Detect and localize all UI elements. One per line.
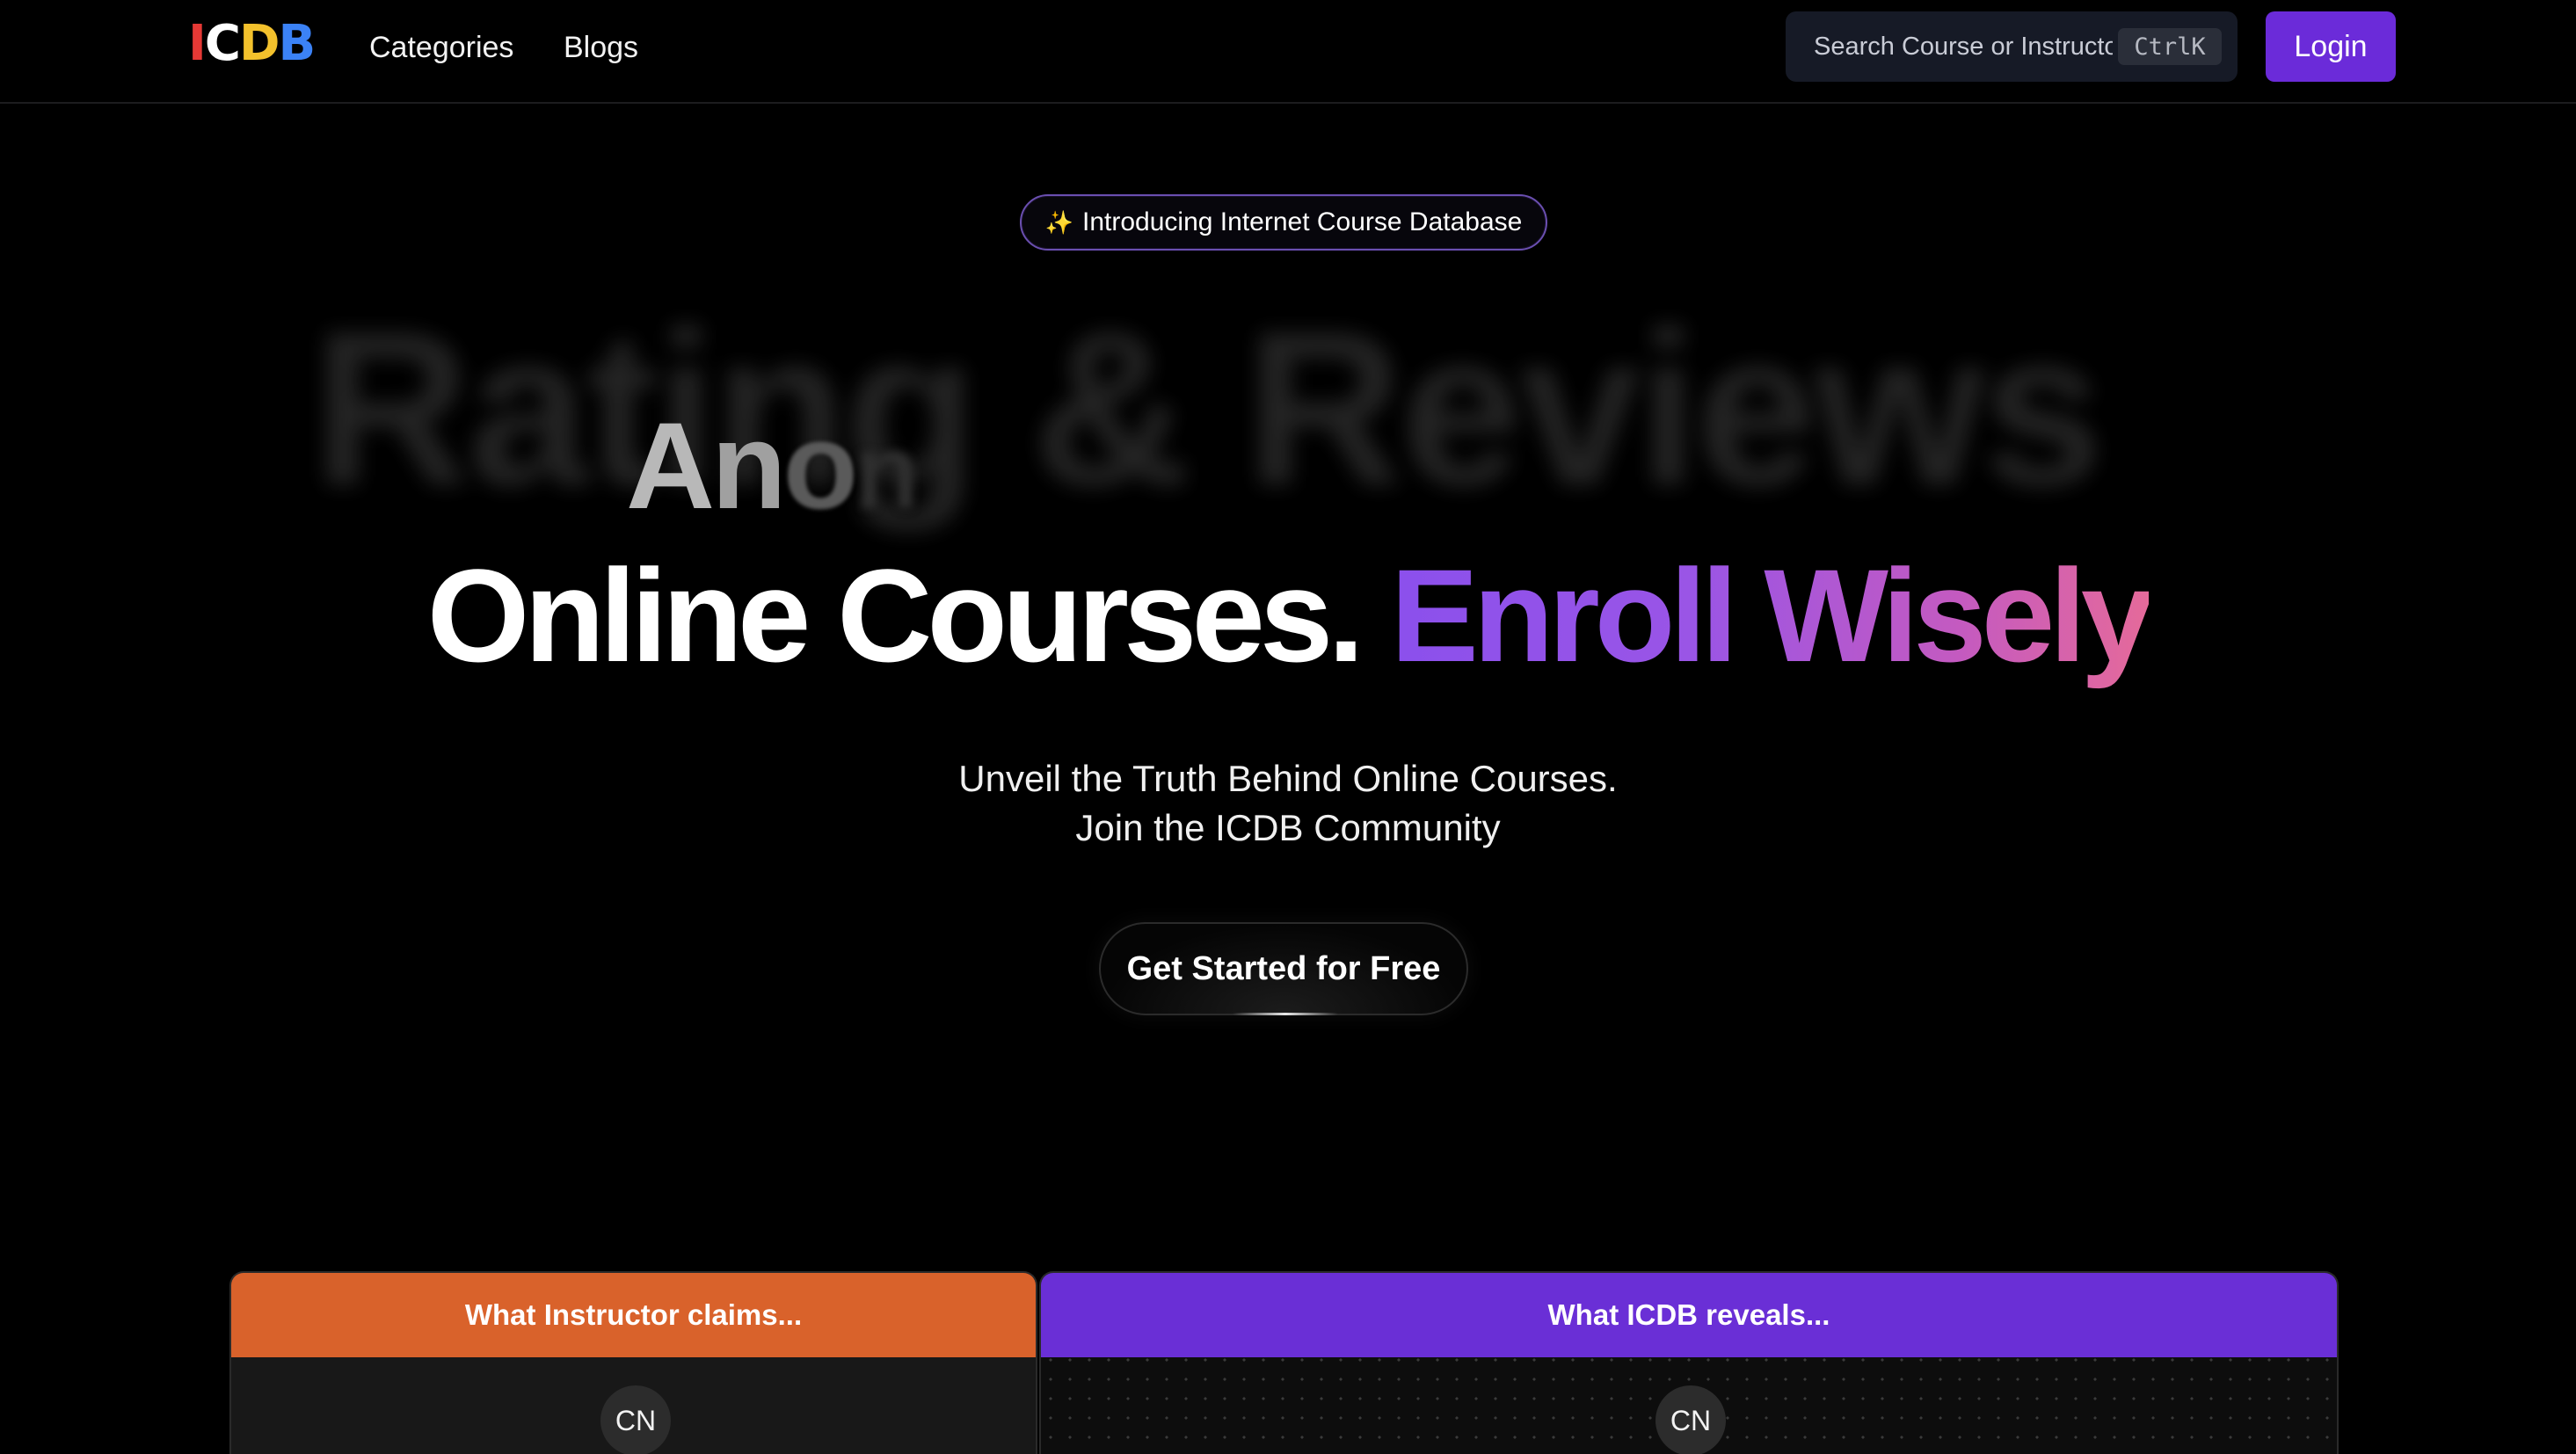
login-button[interactable]: Login: [2266, 11, 2396, 82]
headline-gradient-part: Enroll Wisely: [1390, 542, 2155, 689]
hero-subtitle: Unveil the Truth Behind Online Courses. …: [0, 754, 2576, 853]
subtitle-line-1: Unveil the Truth Behind Online Courses.: [958, 758, 1618, 799]
rotating-word: Anon: [626, 404, 920, 534]
announcement-text: Introducing Internet Course Database: [1082, 207, 1523, 236]
search-box[interactable]: CtrlK: [1786, 11, 2238, 82]
subtitle-line-2: Join the ICDB Community: [1075, 807, 1501, 848]
headline-white-part: Online Courses.: [426, 542, 1364, 689]
logo-letter-i: I: [188, 15, 207, 72]
claims-panel-title: What Instructor claims...: [231, 1273, 1036, 1357]
nav-link-blogs[interactable]: Blogs: [564, 26, 638, 69]
reveals-panel-title: What ICDB reveals...: [1041, 1273, 2337, 1357]
rotating-word-char: A: [626, 396, 715, 534]
page: I C D B Categories Blogs CtrlK Login ✨ I…: [0, 0, 2576, 1454]
top-navbar: I C D B Categories Blogs CtrlK Login: [0, 0, 2576, 104]
search-input[interactable]: [1814, 29, 2113, 64]
logo-letter-b: B: [278, 15, 316, 72]
icdb-reveals-panel: What ICDB reveals... CN: [1039, 1271, 2339, 1454]
logo-letter-c: C: [204, 15, 241, 72]
logo-letter-d: D: [238, 15, 280, 72]
instructor-claims-panel: What Instructor claims... CN: [229, 1271, 1037, 1454]
avatar: CN: [1655, 1385, 1726, 1454]
hero-headline: Online Courses. Enroll Wisely: [0, 545, 2576, 686]
rotating-word-char: n: [711, 396, 787, 534]
keyboard-shortcut-hint: CtrlK: [2118, 28, 2222, 65]
announcement-badge[interactable]: ✨ Introducing Internet Course Database: [1020, 194, 1547, 251]
nav-link-categories[interactable]: Categories: [369, 26, 513, 69]
get-started-button[interactable]: Get Started for Free: [1099, 922, 1468, 1015]
avatar: CN: [600, 1385, 671, 1454]
rotating-background-text: Rating & Reviews: [312, 286, 2104, 531]
rotating-word-char: o: [782, 396, 859, 534]
icdb-logo[interactable]: I C D B: [188, 15, 316, 72]
rotating-word-char: n: [855, 413, 919, 531]
sparkle-icon: ✨: [1044, 208, 1074, 236]
